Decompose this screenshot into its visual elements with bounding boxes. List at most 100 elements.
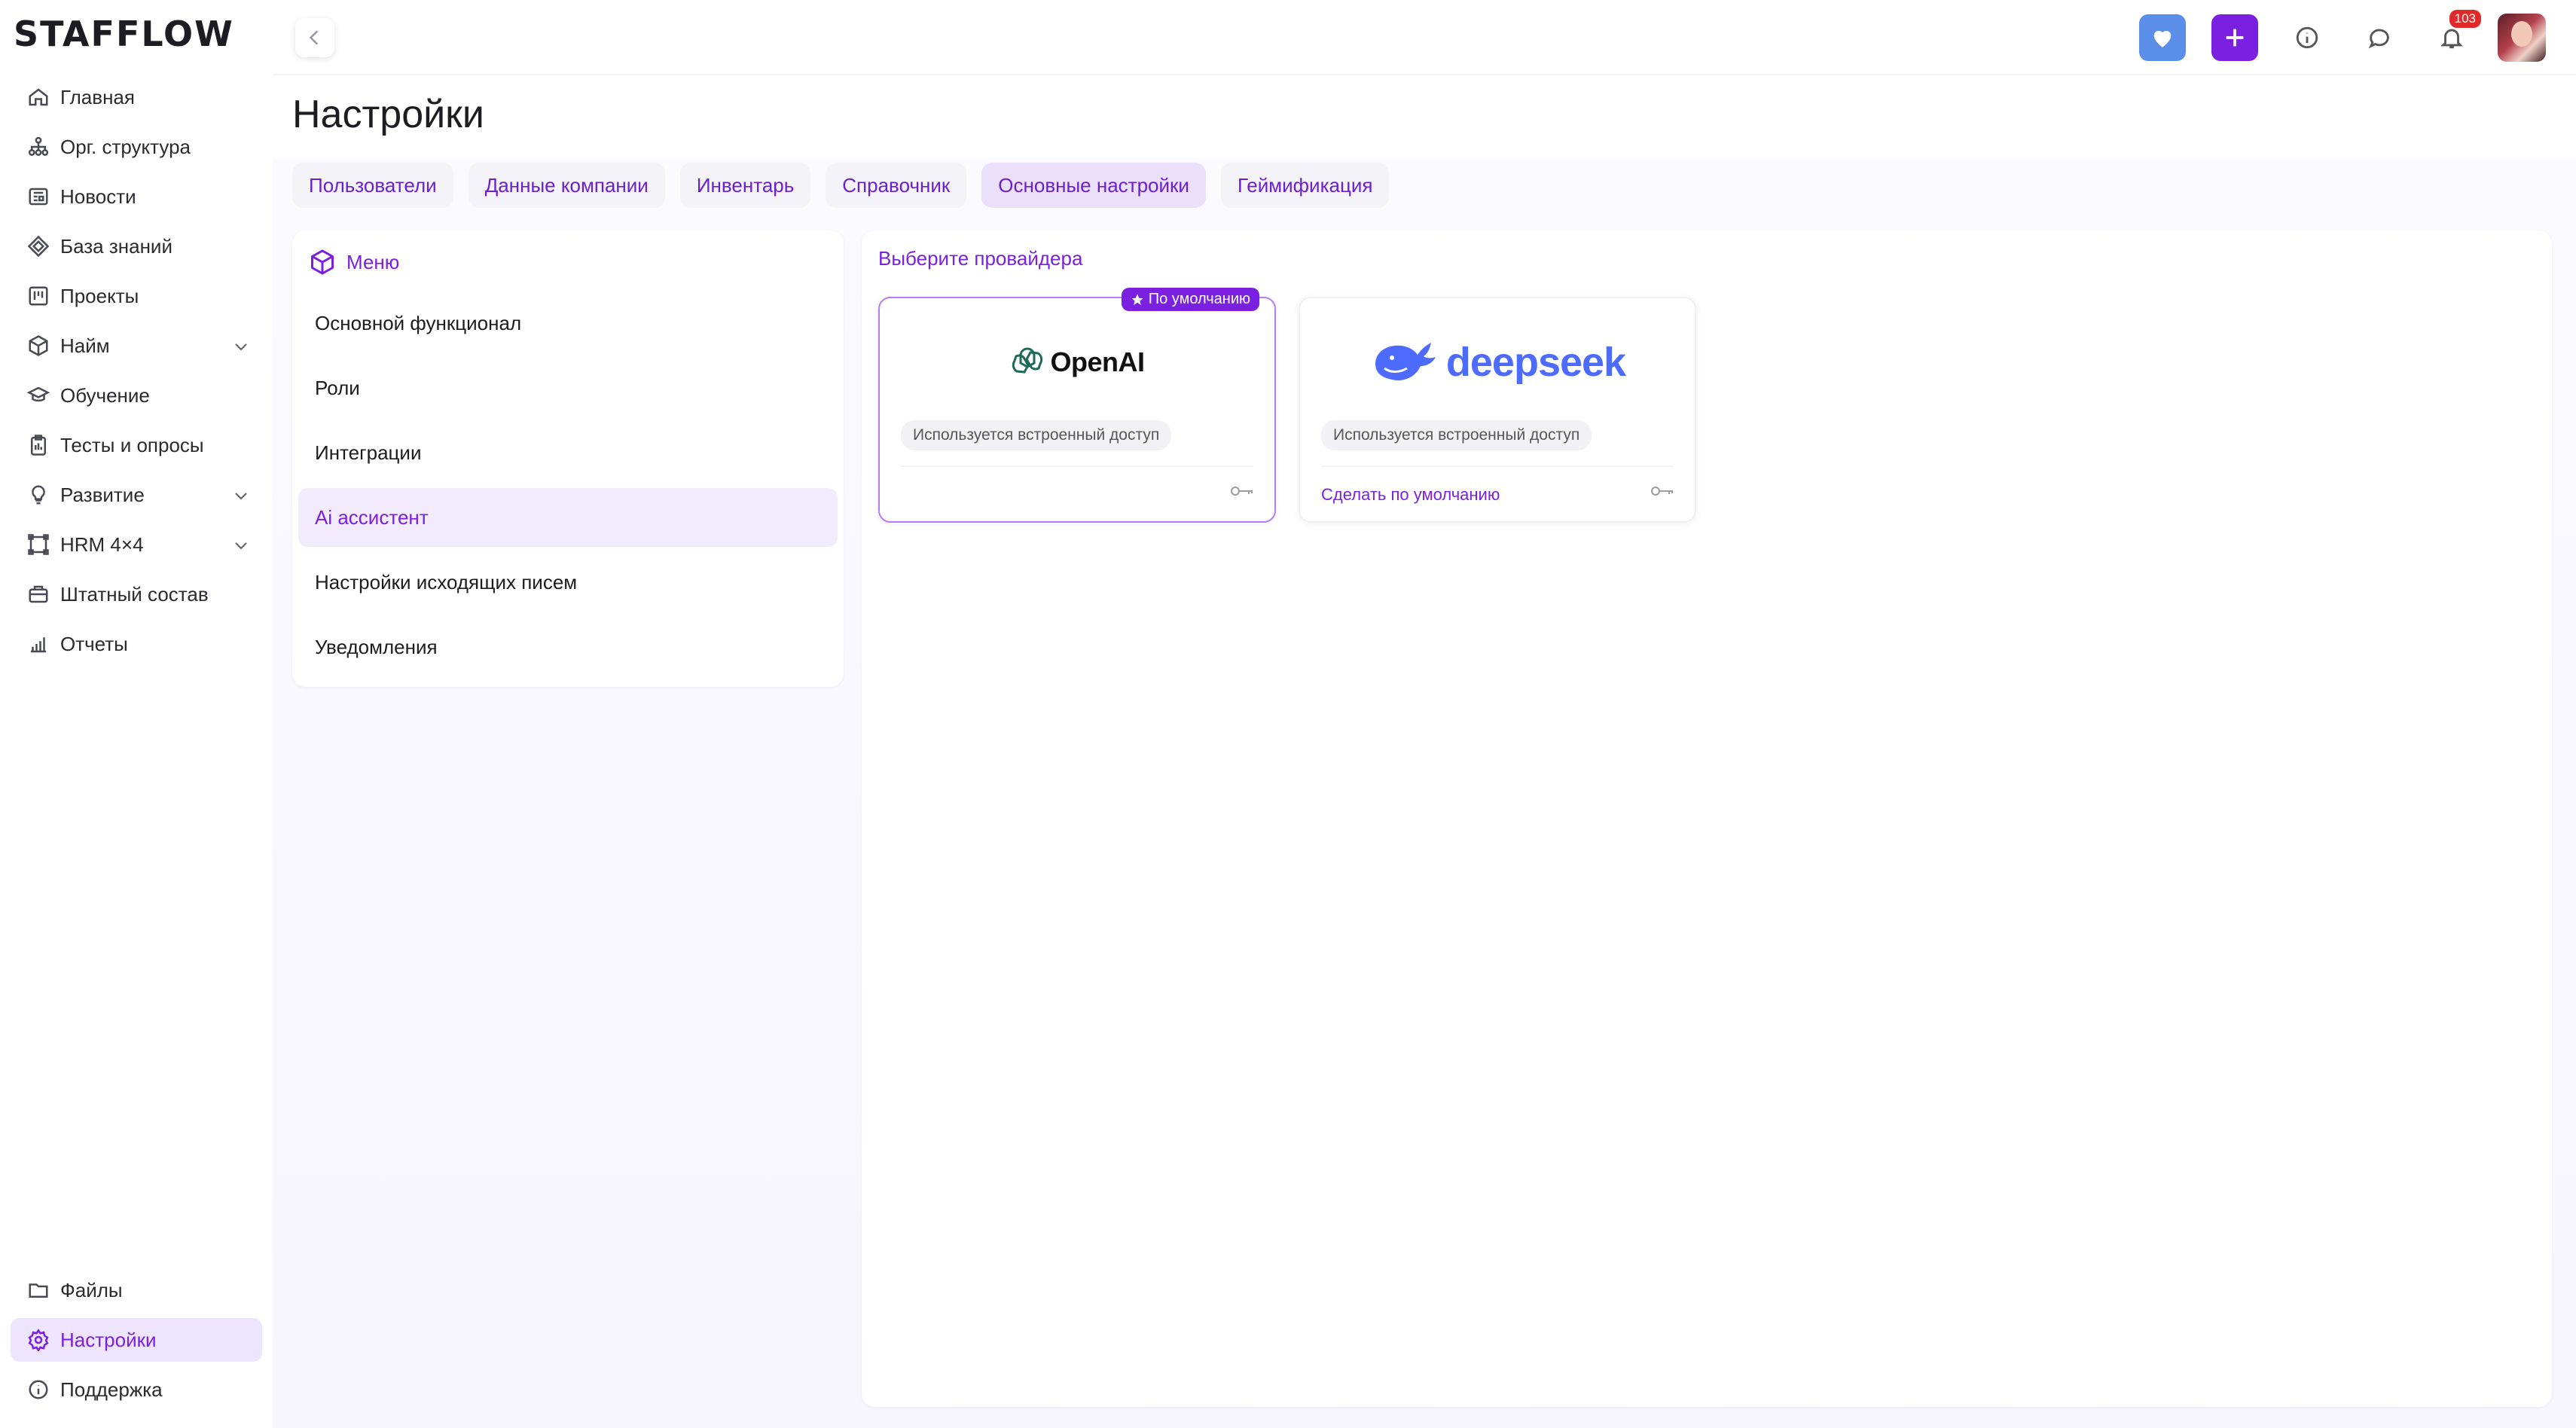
gear-icon — [26, 1327, 51, 1353]
tab-users[interactable]: Пользователи — [292, 163, 453, 208]
chevron-down-icon[interactable] — [232, 487, 250, 505]
sidebar-item-hrm[interactable]: HRM 4×4 — [11, 523, 262, 566]
default-badge-label: По умолчанию — [1148, 291, 1250, 307]
menu-item-integrations[interactable]: Интеграции — [298, 423, 838, 482]
sidebar-bottom-nav: Файлы Настройки Поддержка — [0, 1268, 273, 1417]
tab-inventory[interactable]: Инвентарь — [679, 163, 811, 208]
make-default-button[interactable]: Сделать по умолчанию — [1321, 485, 1500, 505]
openai-icon — [1012, 347, 1043, 374]
bell-icon — [2440, 29, 2463, 49]
heart-icon — [2153, 30, 2172, 47]
chat-button[interactable] — [2356, 14, 2403, 61]
box-icon — [26, 333, 51, 359]
deepseek-logo: deepseek — [1369, 335, 1626, 389]
default-badge: По умолчанию — [1121, 288, 1259, 311]
collapse-sidebar-button[interactable] — [295, 18, 334, 57]
chevron-down-icon[interactable] — [232, 337, 250, 355]
sidebar-item-label: Обучение — [60, 383, 150, 407]
sidebar-item-label: Главная — [60, 85, 135, 108]
whale-icon — [1375, 343, 1436, 381]
notifications-badge: 103 — [2449, 10, 2481, 28]
sidebar-item-label: Тесты и опросы — [60, 433, 204, 456]
sidebar-item-support[interactable]: Поддержка — [11, 1368, 262, 1411]
key-icon[interactable] — [1650, 482, 1675, 500]
sidebar-item-label: Найм — [60, 334, 110, 357]
access-status-chip: Используется встроенный доступ — [901, 420, 1172, 450]
notifications-button[interactable]: 103 — [2428, 10, 2481, 61]
main-content: 103 Настройки Пользователи Данные компан… — [273, 0, 2576, 1428]
page-title: Настройки — [292, 93, 484, 136]
menu-item-notifications[interactable]: Уведомления — [298, 618, 838, 676]
key-icon[interactable] — [1229, 482, 1255, 500]
home-icon — [26, 84, 51, 110]
provider-card-openai[interactable]: По умолчанию OpenAI Используется встроен… — [878, 288, 1276, 523]
settings-menu-panel: Меню Основной функционал Роли Интеграции… — [292, 230, 844, 687]
sidebar-item-news[interactable]: Новости — [11, 175, 262, 218]
graduation-cap-icon — [26, 383, 51, 408]
org-structure-icon — [26, 134, 51, 160]
brand-logo[interactable]: STAFFLOW — [0, 0, 273, 75]
clipboard-icon — [26, 432, 51, 458]
sidebar-item-label: Поддержка — [60, 1378, 163, 1401]
sidebar-item-education[interactable]: Обучение — [11, 374, 262, 417]
sidebar-item-label: Развитие — [60, 483, 145, 506]
user-avatar[interactable] — [2498, 14, 2546, 62]
sidebar-item-org-structure[interactable]: Орг. структура — [11, 125, 262, 169]
chevron-down-icon[interactable] — [232, 536, 250, 554]
sidebar-item-label: Отчеты — [60, 632, 128, 655]
sidebar-item-projects[interactable]: Проекты — [11, 274, 262, 318]
provider-title: Выберите провайдера — [878, 247, 1083, 270]
card-divider — [1321, 465, 1674, 467]
card-divider — [901, 465, 1253, 467]
tab-main-settings[interactable]: Основные настройки — [981, 163, 1206, 208]
sidebar-item-home[interactable]: Главная — [11, 75, 262, 119]
provider-logo-row: OpenAI — [880, 298, 1274, 426]
access-status-chip: Используется встроенный доступ — [1321, 420, 1592, 450]
staff-icon — [26, 581, 51, 607]
sidebar-item-tests[interactable]: Тесты и опросы — [11, 423, 262, 467]
menu-item-ai-assistant[interactable]: Ai ассистент — [298, 488, 838, 547]
folder-icon — [26, 1277, 51, 1303]
kanban-icon — [26, 283, 51, 309]
menu-item-outgoing-mail[interactable]: Настройки исходящих писем — [298, 553, 838, 612]
cube-icon — [311, 249, 334, 275]
sidebar-item-label: Настройки — [60, 1328, 157, 1351]
tab-directory[interactable]: Справочник — [826, 163, 967, 208]
sidebar-item-settings[interactable]: Настройки — [11, 1318, 262, 1362]
sidebar-item-knowledge-base[interactable]: База знаний — [11, 224, 262, 268]
menu-list: Основной функционал Роли Интеграции Ai а… — [298, 294, 838, 676]
provider-card-deepseek[interactable]: deepseek Используется встроенный доступ … — [1299, 297, 1696, 523]
frame-icon — [26, 532, 51, 557]
info-icon — [26, 1377, 51, 1402]
sidebar-item-reports[interactable]: Отчеты — [11, 622, 262, 666]
sidebar-item-development[interactable]: Развитие — [11, 473, 262, 517]
chat-bubble-icon — [2368, 29, 2389, 49]
thanks-button[interactable] — [2139, 14, 2186, 61]
top-actions: 103 — [2114, 10, 2546, 62]
menu-title: Меню — [346, 250, 400, 273]
settings-tabs: Пользователи Данные компании Инвентарь С… — [292, 163, 1404, 208]
menu-item-main-functionality[interactable]: Основной функционал — [298, 294, 838, 352]
news-icon — [26, 184, 51, 209]
sidebar-item-files[interactable]: Файлы — [11, 1268, 262, 1312]
sidebar-item-label: Орг. структура — [60, 135, 191, 158]
create-button[interactable] — [2211, 14, 2258, 61]
sidebar: STAFFLOW Главная Орг. структура Новости … — [0, 0, 273, 1428]
menu-header: Меню — [298, 247, 838, 277]
star-icon — [1131, 294, 1143, 305]
tab-company-data[interactable]: Данные компании — [468, 163, 665, 208]
sidebar-item-staff[interactable]: Штатный состав — [11, 572, 262, 616]
chevron-left-icon — [309, 30, 319, 45]
tab-gamification[interactable]: Геймификация — [1220, 163, 1390, 208]
provider-name: OpenAI — [1050, 346, 1145, 377]
bar-chart-icon — [26, 631, 51, 657]
provider-logo-row: deepseek — [1300, 298, 1695, 426]
openai-logo: OpenAI — [1009, 344, 1145, 380]
plus-icon — [2226, 29, 2244, 47]
provider-panel: Выберите провайдера По умолчанию OpenAI — [862, 230, 2552, 1407]
info-button[interactable] — [2284, 14, 2330, 61]
sidebar-item-hiring[interactable]: Найм — [11, 324, 262, 368]
menu-item-roles[interactable]: Роли — [298, 359, 838, 417]
sidebar-item-label: База знаний — [60, 234, 172, 258]
sidebar-item-label: Проекты — [60, 284, 139, 307]
